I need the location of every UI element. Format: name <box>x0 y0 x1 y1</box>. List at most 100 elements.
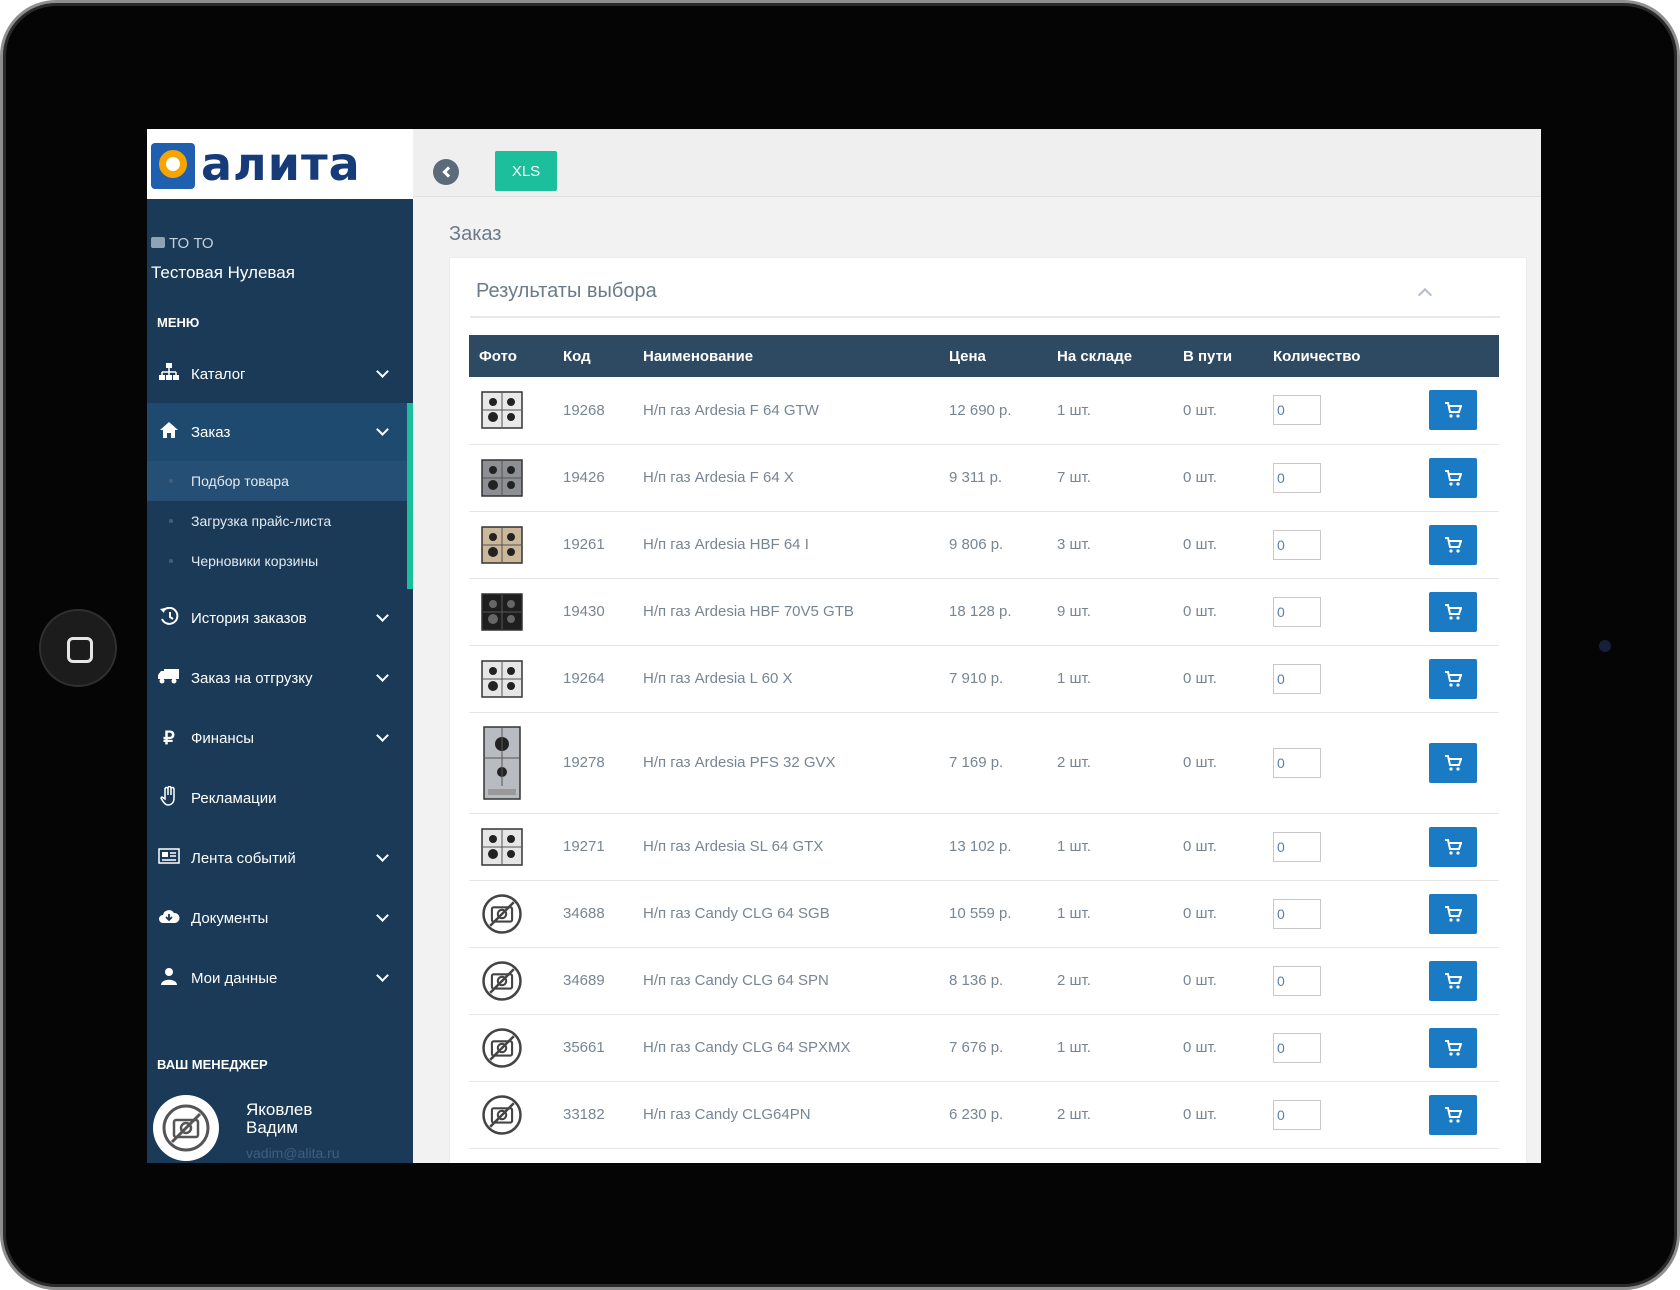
quantity-input[interactable] <box>1273 965 1321 996</box>
quantity-input[interactable] <box>1273 395 1321 426</box>
sitemap-icon <box>157 362 181 386</box>
cloud-download-icon <box>157 908 181 929</box>
submenu-item-cart-drafts[interactable]: Черновики корзины <box>147 541 407 581</box>
chevron-down-icon <box>376 669 389 682</box>
cell-photo <box>469 813 553 881</box>
cell-action <box>1403 645 1499 713</box>
add-to-cart-button[interactable] <box>1429 960 1477 1001</box>
sidebar-item-order-history[interactable]: История заказов <box>147 589 413 647</box>
cell-transit: 0 шт. <box>1173 1014 1263 1082</box>
cell-stock: 1 шт. <box>1047 880 1173 948</box>
add-to-cart-button[interactable] <box>1429 742 1477 783</box>
cell-name: Н/п газ Ardesia L 60 X <box>633 645 939 713</box>
cart-icon <box>1444 972 1462 989</box>
top-bar: XLS <box>413 129 1541 197</box>
quantity-input[interactable] <box>1273 663 1321 694</box>
cell-transit: 0 шт. <box>1173 511 1263 579</box>
submenu-item-product-selection[interactable]: Подбор товара <box>147 461 407 501</box>
quantity-input[interactable] <box>1273 596 1321 627</box>
cell-action <box>1403 880 1499 948</box>
back-button[interactable] <box>433 159 459 185</box>
history-icon <box>157 606 181 630</box>
cell-quantity <box>1263 1014 1403 1082</box>
menu-title: МЕНЮ <box>157 315 200 330</box>
cell-transit: 0 шт. <box>1173 1081 1263 1149</box>
add-to-cart-button[interactable] <box>1429 1094 1477 1135</box>
chevron-up-icon[interactable] <box>1417 287 1433 303</box>
sidebar-item-finance[interactable]: ₽ Финансы <box>147 709 413 767</box>
cart-icon <box>1444 603 1462 620</box>
cell-price: 9 311 р. <box>939 444 1047 512</box>
quantity-input[interactable] <box>1273 462 1321 493</box>
cell-quantity <box>1263 377 1403 445</box>
product-photo[interactable] <box>479 826 525 868</box>
add-to-cart-button[interactable] <box>1429 524 1477 565</box>
home-icon <box>157 421 181 444</box>
sidebar-item-claims[interactable]: Рекламации <box>147 769 413 827</box>
quantity-input[interactable] <box>1273 747 1321 778</box>
cell-price: 18 128 р. <box>939 578 1047 646</box>
sidebar-item-label: Заказ <box>191 423 231 441</box>
quantity-input[interactable] <box>1273 529 1321 560</box>
cart-icon <box>1444 670 1462 687</box>
results-table: Фото Код Наименование Цена На складе В п… <box>469 335 1499 1149</box>
add-to-cart-button[interactable] <box>1429 591 1477 632</box>
cell-name: Н/п газ Ardesia HBF 64 I <box>633 511 939 579</box>
cell-action <box>1403 1081 1499 1149</box>
divider <box>470 316 1500 318</box>
sidebar-item-label: Мои данные <box>191 969 278 987</box>
cell-name: Н/п газ Candy CLG 64 SGB <box>633 880 939 948</box>
product-photo[interactable] <box>479 591 525 633</box>
home-button[interactable] <box>39 609 117 687</box>
no-photo-icon[interactable] <box>479 960 525 1002</box>
product-photo[interactable] <box>479 389 525 431</box>
product-photo[interactable] <box>479 725 525 800</box>
xls-export-button[interactable]: XLS <box>495 151 557 191</box>
cell-photo <box>469 880 553 948</box>
cell-name: Н/п газ Candy CLG 64 SPXMX <box>633 1014 939 1082</box>
add-to-cart-button[interactable] <box>1429 457 1477 498</box>
sidebar-item-catalog[interactable]: Каталог <box>147 345 413 403</box>
add-to-cart-button[interactable] <box>1429 826 1477 867</box>
briefcase-icon <box>151 237 165 248</box>
sidebar-item-shipment-order[interactable]: Заказ на отгрузку <box>147 649 413 707</box>
product-photo[interactable] <box>479 524 525 566</box>
sidebar-item-events[interactable]: Лента событий <box>147 829 413 887</box>
cart-icon <box>1444 402 1462 418</box>
sidebar-item-my-data[interactable]: Мои данные <box>147 949 413 1007</box>
company-name: Тестовая Нулевая <box>151 263 295 282</box>
ruble-icon: ₽ <box>163 727 175 748</box>
sidebar-item-order[interactable]: Заказ <box>147 403 413 461</box>
table-row: 19264 Н/п газ Ardesia L 60 X7 910 р. 1 шт.… <box>469 645 1499 713</box>
no-photo-icon[interactable] <box>479 1027 525 1069</box>
submenu-item-price-upload[interactable]: Загрузка прайс-листа <box>147 501 407 541</box>
manager-email[interactable]: vadim@alita.ru <box>246 1145 340 1161</box>
add-to-cart-button[interactable] <box>1429 658 1477 699</box>
col-name: Наименование <box>633 335 939 377</box>
quantity-input[interactable] <box>1273 1032 1321 1063</box>
table-row: 19271 Н/п газ Ardesia SL 64 GTX 13 102 р. 1… <box>469 813 1499 881</box>
cell-code: 34688 <box>553 880 633 948</box>
no-photo-icon[interactable] <box>479 1094 525 1136</box>
quantity-input[interactable] <box>1273 1099 1321 1130</box>
quantity-input[interactable] <box>1273 831 1321 862</box>
cell-name: Н/п газ Ardesia PFS 32 GVX <box>633 712 939 814</box>
add-to-cart-button[interactable] <box>1429 390 1477 431</box>
camera-dot <box>1599 640 1611 652</box>
cell-photo <box>469 578 553 646</box>
sidebar-item-label: Заказ на отгрузку <box>191 669 313 687</box>
cell-action <box>1403 377 1499 445</box>
table-row: 19261 Н/п газ Ardesia HBF 64 I9 806 р. 3 ш… <box>469 511 1499 579</box>
logo[interactable]: алита <box>147 129 413 199</box>
add-to-cart-button[interactable] <box>1429 893 1477 934</box>
no-photo-icon[interactable] <box>479 893 525 935</box>
product-photo[interactable] <box>479 457 525 499</box>
cell-code: 34689 <box>553 947 633 1015</box>
sidebar-item-label: Каталог <box>191 365 246 383</box>
sidebar-item-documents[interactable]: Документы <box>147 889 413 947</box>
cell-price: 13 102 р. <box>939 813 1047 881</box>
cell-action <box>1403 712 1499 814</box>
product-photo[interactable] <box>479 658 525 700</box>
quantity-input[interactable] <box>1273 898 1321 929</box>
add-to-cart-button[interactable] <box>1429 1027 1477 1068</box>
